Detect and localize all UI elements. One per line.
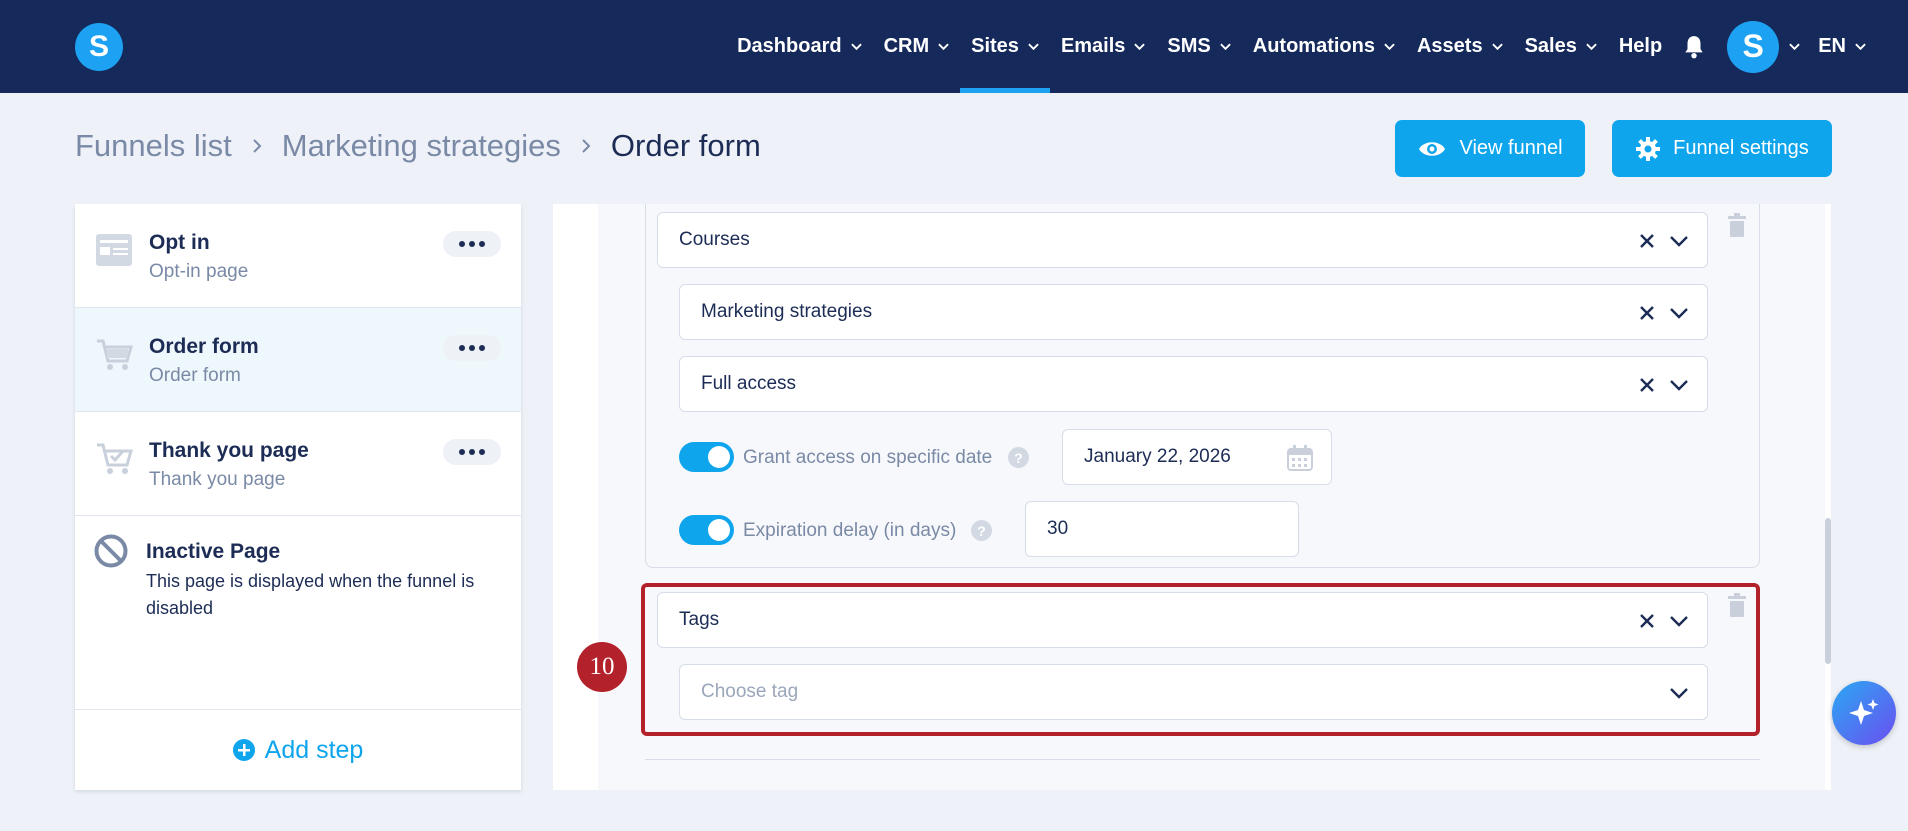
divider bbox=[645, 759, 1760, 760]
chevron-down-icon bbox=[1491, 43, 1503, 51]
nav-item-emails[interactable]: Emails bbox=[1050, 0, 1156, 93]
chevron-down-icon bbox=[1855, 43, 1866, 51]
scrollbar-thumb[interactable] bbox=[1825, 518, 1831, 664]
nav-item-sms[interactable]: SMS bbox=[1156, 0, 1241, 93]
nav-item-label: Emails bbox=[1060, 35, 1126, 57]
ai-assistant-button[interactable] bbox=[1832, 681, 1896, 745]
chevron-down-icon bbox=[1220, 43, 1231, 51]
step-thank-you-page[interactable]: Thank you page Thank you page bbox=[75, 412, 521, 516]
nav-item-automations[interactable]: Automations bbox=[1242, 0, 1406, 93]
nav-item-dashboard[interactable]: Dashboard bbox=[726, 0, 872, 93]
chevron-down-icon[interactable] bbox=[1669, 307, 1689, 319]
sparkle-icon bbox=[1849, 699, 1879, 725]
nav-item-label: CRM bbox=[883, 35, 930, 57]
cart-check-icon bbox=[97, 443, 133, 474]
chevron-down-icon[interactable] bbox=[1789, 41, 1800, 52]
plus-circle-icon bbox=[232, 739, 255, 761]
chevron-down-icon bbox=[1028, 43, 1039, 51]
chevron-down-icon[interactable] bbox=[1669, 379, 1689, 391]
more-options-button[interactable] bbox=[443, 439, 501, 465]
more-options-button[interactable] bbox=[443, 335, 501, 361]
access-select-value: Full access bbox=[701, 373, 797, 394]
nav-item-label: Automations bbox=[1252, 35, 1375, 57]
clear-icon[interactable] bbox=[1639, 377, 1655, 393]
gear-icon bbox=[1636, 136, 1661, 161]
funnel-settings-label: Funnel settings bbox=[1673, 137, 1809, 159]
inactive-page-description: This page is displayed when the funnel i… bbox=[146, 571, 475, 618]
step-title: Order form bbox=[149, 335, 259, 358]
clear-icon[interactable] bbox=[1639, 233, 1655, 249]
calendar-icon[interactable] bbox=[1287, 445, 1313, 471]
nav-item-label: SMS bbox=[1167, 35, 1211, 57]
step-subtitle: Thank you page bbox=[149, 469, 286, 490]
grant-access-date-value: January 22, 2026 bbox=[1084, 446, 1231, 467]
disabled-icon bbox=[94, 534, 128, 568]
help-icon[interactable]: ? bbox=[1008, 447, 1029, 468]
cart-icon bbox=[97, 339, 133, 370]
nav-item-help[interactable]: Help bbox=[1608, 0, 1673, 93]
course-select[interactable]: Marketing strategies bbox=[679, 284, 1708, 340]
chevron-down-icon bbox=[850, 43, 862, 51]
step-title: Thank you page bbox=[149, 439, 309, 462]
nav-item-label: Sales bbox=[1524, 35, 1577, 57]
chevron-right-icon bbox=[582, 139, 591, 153]
expiration-delay-label: Expiration delay (in days) bbox=[743, 520, 957, 541]
view-funnel-button[interactable]: View funnel bbox=[1395, 120, 1585, 177]
help-icon[interactable]: ? bbox=[971, 520, 992, 541]
bell-icon[interactable] bbox=[1681, 34, 1707, 60]
add-step-label: Add step bbox=[264, 735, 364, 764]
access-select[interactable]: Full access bbox=[679, 356, 1708, 412]
chevron-down-icon bbox=[1586, 43, 1597, 51]
funnel-settings-button[interactable]: Funnel settings bbox=[1612, 120, 1832, 177]
step-title: Opt in bbox=[149, 231, 210, 254]
nav-item-label: Help bbox=[1618, 35, 1663, 57]
expiration-delay-value: 30 bbox=[1047, 518, 1069, 539]
breadcrumb-funnel[interactable]: Marketing strategies bbox=[282, 128, 561, 164]
more-options-button[interactable] bbox=[443, 231, 501, 257]
tags-highlight-frame bbox=[641, 583, 1760, 736]
course-select-value: Marketing strategies bbox=[701, 301, 873, 322]
main-nav: Dashboard CRM Sites Emails SMS Automatio… bbox=[726, 0, 1908, 93]
step-order-form[interactable]: Order form Order form bbox=[75, 308, 521, 412]
step-opt-in[interactable]: Opt in Opt-in page bbox=[75, 204, 521, 308]
courses-select[interactable]: Courses bbox=[657, 212, 1708, 268]
courses-select-value: Courses bbox=[679, 229, 750, 250]
nav-item-sales[interactable]: Sales bbox=[1514, 0, 1608, 93]
nav-item-crm[interactable]: CRM bbox=[873, 0, 961, 93]
step-subtitle: Opt-in page bbox=[149, 261, 249, 282]
opt-in-page-icon bbox=[96, 234, 132, 266]
eye-icon bbox=[1419, 141, 1446, 156]
expiration-delay-input[interactable]: 30 bbox=[1025, 501, 1299, 557]
clear-icon[interactable] bbox=[1639, 305, 1655, 321]
top-navbar: S Dashboard CRM Sites Emails SMS Automat… bbox=[0, 0, 1908, 93]
chevron-down-icon bbox=[1134, 43, 1146, 51]
inactive-page-title[interactable]: Inactive Page bbox=[146, 540, 280, 564]
funnel-steps-panel: Opt in Opt-in page Order form Order form… bbox=[75, 204, 521, 790]
grant-access-toggle[interactable] bbox=[679, 442, 734, 472]
nav-item-label: Assets bbox=[1416, 35, 1483, 57]
step-subtitle: Order form bbox=[149, 365, 241, 386]
app-logo[interactable]: S bbox=[75, 23, 123, 71]
nav-item-label: Sites bbox=[971, 35, 1019, 57]
chevron-down-icon bbox=[1384, 43, 1395, 51]
chevron-down-icon bbox=[938, 43, 949, 51]
page-title: Order form bbox=[610, 128, 761, 163]
step-number-badge: 10 bbox=[577, 642, 627, 692]
breadcrumb-funnels-list[interactable]: Funnels list bbox=[75, 128, 232, 164]
language-selector[interactable]: EN bbox=[1818, 0, 1866, 93]
view-funnel-label: View funnel bbox=[1459, 137, 1563, 159]
language-label: EN bbox=[1818, 35, 1846, 57]
chevron-right-icon bbox=[253, 139, 262, 153]
chevron-down-icon[interactable] bbox=[1669, 235, 1689, 247]
add-step-button[interactable]: Add step bbox=[75, 709, 521, 790]
breadcrumb: Funnels list Marketing strategies Order … bbox=[75, 128, 761, 164]
expiration-delay-toggle[interactable] bbox=[679, 515, 734, 545]
grant-access-date-input[interactable]: January 22, 2026 bbox=[1062, 429, 1332, 485]
grant-access-label: Grant access on specific date bbox=[743, 447, 993, 468]
user-avatar[interactable]: S bbox=[1727, 20, 1780, 73]
trash-icon[interactable] bbox=[1727, 213, 1747, 237]
nav-item-sites[interactable]: Sites bbox=[960, 0, 1050, 93]
nav-item-label: Dashboard bbox=[737, 35, 842, 57]
nav-item-assets[interactable]: Assets bbox=[1406, 0, 1514, 93]
